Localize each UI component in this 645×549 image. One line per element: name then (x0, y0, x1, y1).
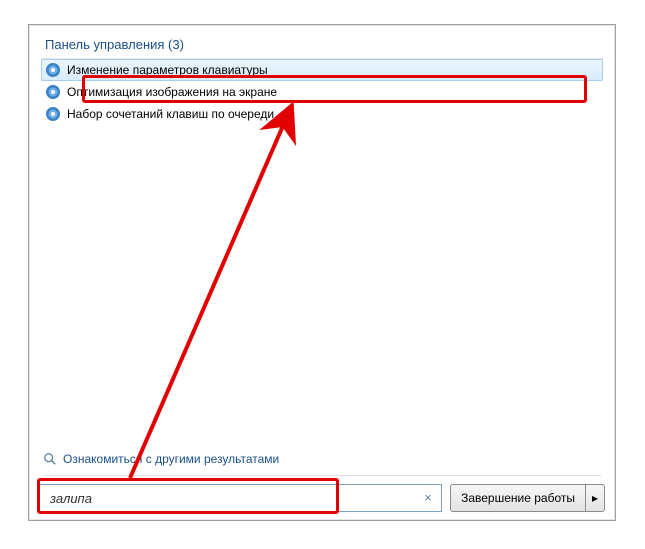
shutdown-button[interactable]: Завершение работы (450, 484, 586, 512)
search-icon (43, 452, 57, 466)
category-header: Панель управления (3) (41, 33, 603, 59)
control-panel-icon (45, 62, 61, 78)
result-item-image-optimize[interactable]: Оптимизация изображения на экране (41, 81, 603, 103)
shutdown-label: Завершение работы (461, 491, 575, 505)
shutdown-group: Завершение работы ▸ (450, 484, 605, 512)
start-menu-search-panel: Панель управления (3) Изменение параметр… (28, 24, 616, 521)
more-results-label: Ознакомиться с другими результатами (63, 452, 279, 466)
search-box[interactable]: × (39, 484, 442, 512)
control-panel-icon (45, 106, 61, 122)
result-item-keyboard-params[interactable]: Изменение параметров клавиатуры (41, 59, 603, 81)
clear-search-icon[interactable]: × (419, 489, 437, 507)
shutdown-options-button[interactable]: ▸ (586, 484, 605, 512)
control-panel-icon (45, 84, 61, 100)
chevron-right-icon: ▸ (592, 491, 598, 505)
divider (43, 475, 601, 476)
search-input[interactable] (48, 490, 419, 507)
result-label: Набор сочетаний клавиш по очереди (67, 107, 274, 121)
bottom-bar: × Завершение работы ▸ (39, 484, 605, 512)
result-item-key-sequence[interactable]: Набор сочетаний клавиш по очереди (41, 103, 603, 125)
results-area: Панель управления (3) Изменение параметр… (29, 25, 615, 125)
more-results-link[interactable]: Ознакомиться с другими результатами (43, 452, 279, 466)
result-label: Изменение параметров клавиатуры (67, 63, 268, 77)
result-label: Оптимизация изображения на экране (67, 85, 277, 99)
